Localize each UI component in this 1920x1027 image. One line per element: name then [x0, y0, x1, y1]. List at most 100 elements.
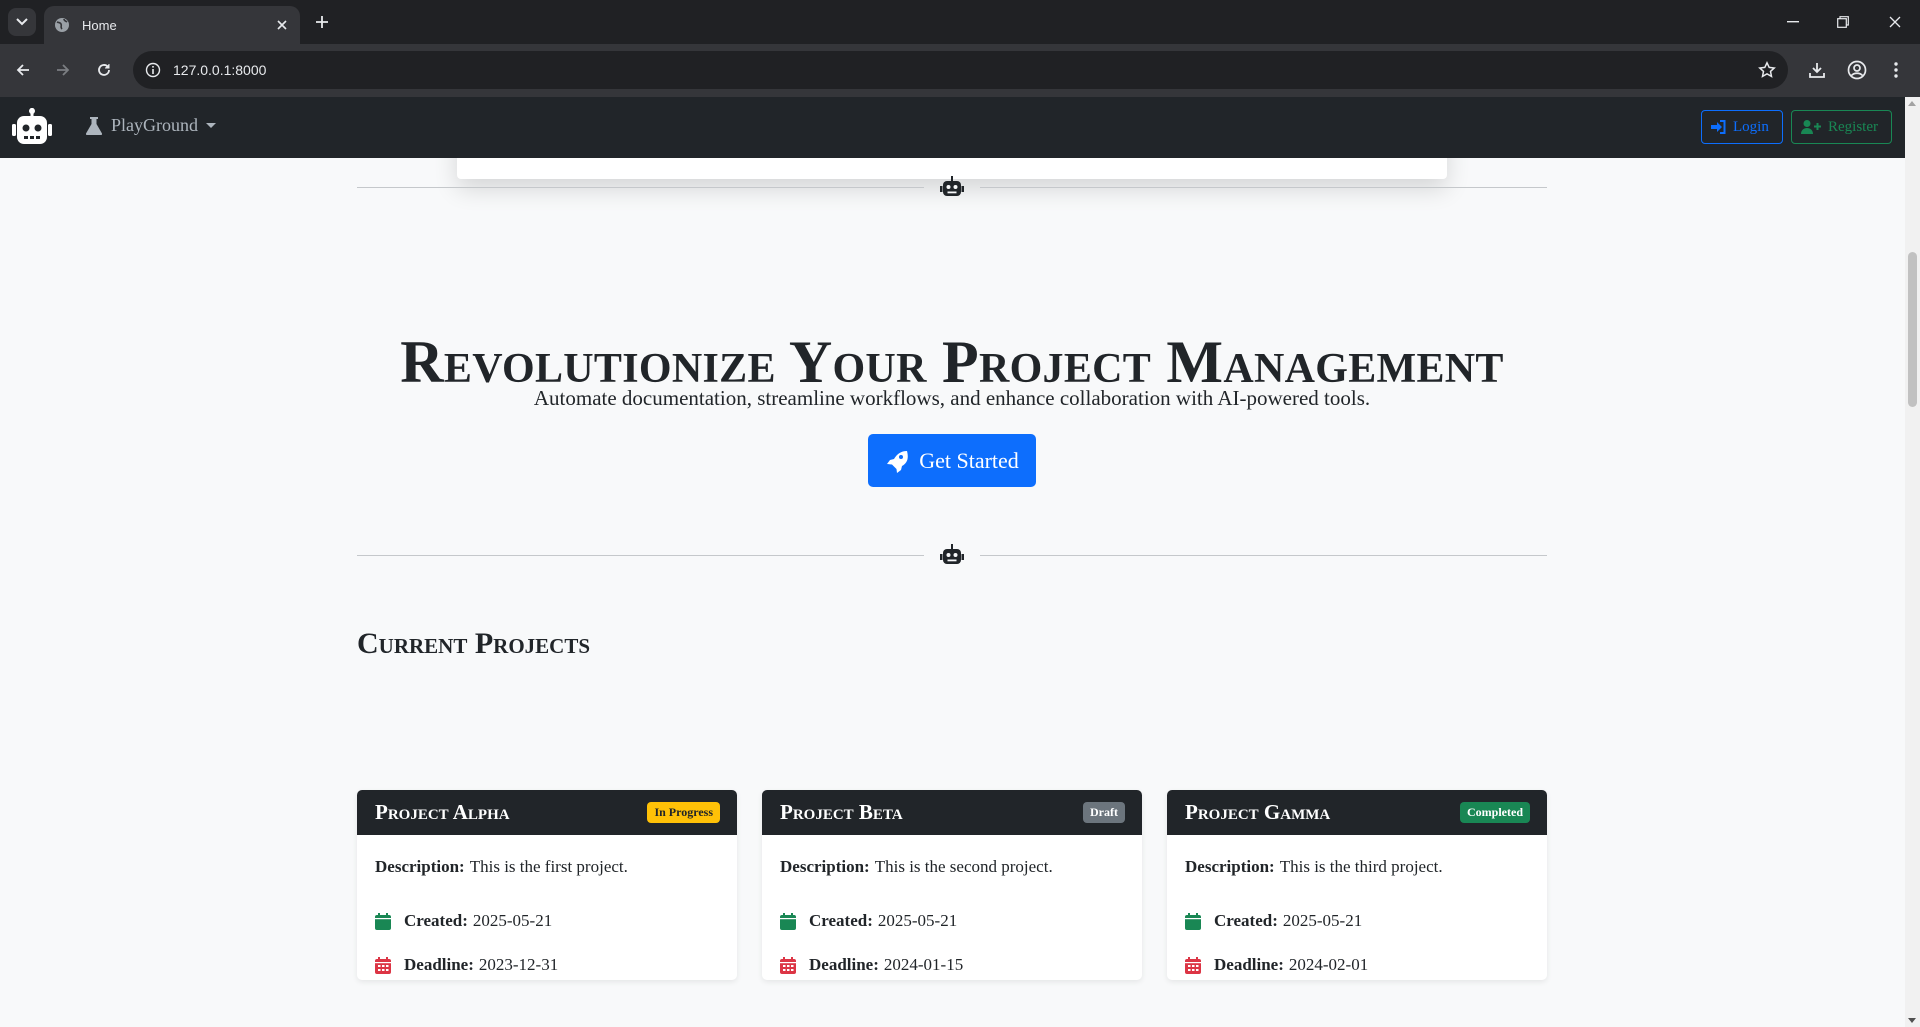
deadline-label: Deadline:: [809, 955, 879, 974]
deadline-label: Deadline:: [404, 955, 474, 974]
rocket-icon: [887, 450, 908, 473]
url-text: 127.0.0.1:8000: [173, 62, 267, 78]
info-icon[interactable]: [145, 62, 161, 78]
chevron-down-icon: [16, 18, 28, 26]
profile-button[interactable]: [1846, 59, 1868, 81]
hero-subtitle: Automate documentation, streamline workf…: [533, 386, 1371, 410]
project-card-header: Project Alpha In Progress: [357, 790, 737, 835]
project-name: Project Beta: [780, 800, 903, 824]
deadline-label: Deadline:: [1214, 955, 1284, 974]
project-deadline: Deadline: 2023-12-31: [375, 943, 719, 980]
description-label: Description:: [375, 857, 465, 876]
project-name: Project Alpha: [375, 800, 510, 824]
divider-line: [980, 555, 1547, 556]
browser-toolbar: 127.0.0.1:8000: [0, 44, 1920, 97]
created-value: 2025-05-21: [877, 911, 958, 930]
projects-section-title: Current Projects: [357, 627, 591, 660]
reload-icon: [98, 64, 110, 76]
close-icon[interactable]: [274, 17, 290, 33]
status-badge: In Progress: [647, 802, 720, 823]
project-deadline: Deadline: 2024-02-01: [1185, 943, 1529, 980]
back-button[interactable]: [10, 57, 36, 83]
page-scrollbar[interactable]: [1905, 97, 1920, 1027]
project-card-header: Project Beta Draft: [762, 790, 1142, 835]
account-icon: [1847, 60, 1867, 80]
scrollbar-thumb[interactable]: [1908, 252, 1917, 407]
downloads-button[interactable]: [1806, 59, 1828, 81]
reload-button[interactable]: [91, 57, 117, 83]
description-value: This is the first project.: [469, 857, 628, 876]
project-card-body: Description: This is the third project. …: [1167, 835, 1547, 980]
restore-icon: [1837, 16, 1849, 28]
section-divider: [357, 176, 1547, 200]
restore-button[interactable]: [1820, 0, 1866, 44]
created-value: 2025-05-21: [1282, 911, 1363, 930]
description-label: Description:: [1185, 857, 1275, 876]
sign-in-icon: [1711, 120, 1726, 134]
window-close-button[interactable]: [1872, 0, 1918, 44]
created-label: Created:: [404, 911, 468, 930]
description-value: This is the third project.: [1279, 857, 1443, 876]
deadline-value: 2024-02-01: [1288, 955, 1369, 974]
menu-button[interactable]: [1885, 59, 1907, 81]
playground-label: PlayGround: [111, 115, 198, 135]
deadline-value: 2023-12-31: [478, 955, 559, 974]
project-card-gamma[interactable]: Project Gamma Completed Description: Thi…: [1167, 790, 1547, 980]
project-description: Description: This is the first project.: [375, 855, 719, 879]
created-value: 2025-05-21: [472, 911, 553, 930]
download-icon: [1809, 63, 1825, 78]
project-deadline: Deadline: 2024-01-15: [780, 943, 1124, 980]
caret-down-icon: [206, 123, 216, 128]
description-value: This is the second project.: [874, 857, 1053, 876]
register-button[interactable]: Register: [1791, 110, 1892, 144]
scroll-down-icon[interactable]: [1908, 1018, 1916, 1023]
forward-button[interactable]: [50, 57, 76, 83]
calendar-deadline-icon: [780, 956, 796, 974]
login-button[interactable]: Login: [1701, 110, 1783, 144]
status-badge: Draft: [1083, 802, 1125, 823]
register-label: Register: [1828, 118, 1878, 135]
user-plus-icon: [1801, 120, 1821, 134]
project-description: Description: This is the third project.: [1185, 855, 1529, 879]
calendar-deadline-icon: [1185, 956, 1201, 974]
calendar-icon: [1185, 912, 1201, 930]
browser-tab-home[interactable]: Home: [44, 6, 300, 44]
divider-line: [980, 187, 1547, 188]
page-viewport: PlayGround Login Register Revolutionize …: [0, 97, 1905, 1027]
site-navbar: PlayGround Login Register: [0, 97, 1905, 158]
robot-icon: [940, 176, 964, 196]
minimize-button[interactable]: [1770, 0, 1816, 44]
minimize-icon: [1787, 21, 1799, 23]
address-bar[interactable]: 127.0.0.1:8000: [133, 51, 1788, 89]
calendar-icon: [780, 912, 796, 930]
robot-logo-icon[interactable]: [12, 108, 52, 146]
divider-line: [357, 187, 924, 188]
project-description: Description: This is the second project.: [780, 855, 1124, 879]
scroll-up-icon[interactable]: [1908, 101, 1916, 106]
arrow-left-icon: [16, 64, 29, 76]
get-started-label: Get Started: [919, 447, 1019, 473]
tab-title: Home: [82, 17, 117, 33]
description-label: Description:: [780, 857, 870, 876]
calendar-icon: [375, 912, 391, 930]
arrow-right-icon: [57, 64, 70, 76]
tab-search-button[interactable]: [8, 8, 36, 36]
project-created: Created: 2025-05-21: [1185, 899, 1529, 943]
playground-dropdown[interactable]: PlayGround: [86, 115, 216, 136]
globe-icon: [55, 18, 69, 32]
star-icon[interactable]: [1758, 61, 1776, 79]
project-card-body: Description: This is the first project. …: [357, 835, 737, 980]
get-started-button[interactable]: Get Started: [868, 434, 1036, 487]
divider-line: [357, 555, 924, 556]
browser-tabstrip: Home: [0, 0, 1920, 44]
project-card-alpha[interactable]: Project Alpha In Progress Description: T…: [357, 790, 737, 980]
project-name: Project Gamma: [1185, 800, 1331, 824]
project-card-beta[interactable]: Project Beta Draft Description: This is …: [762, 790, 1142, 980]
calendar-deadline-icon: [375, 956, 391, 974]
deadline-value: 2024-01-15: [883, 955, 964, 974]
project-created: Created: 2025-05-21: [780, 899, 1124, 943]
project-card-body: Description: This is the second project.…: [762, 835, 1142, 980]
project-card-header: Project Gamma Completed: [1167, 790, 1547, 835]
new-tab-icon[interactable]: [312, 12, 332, 32]
project-created: Created: 2025-05-21: [375, 899, 719, 943]
